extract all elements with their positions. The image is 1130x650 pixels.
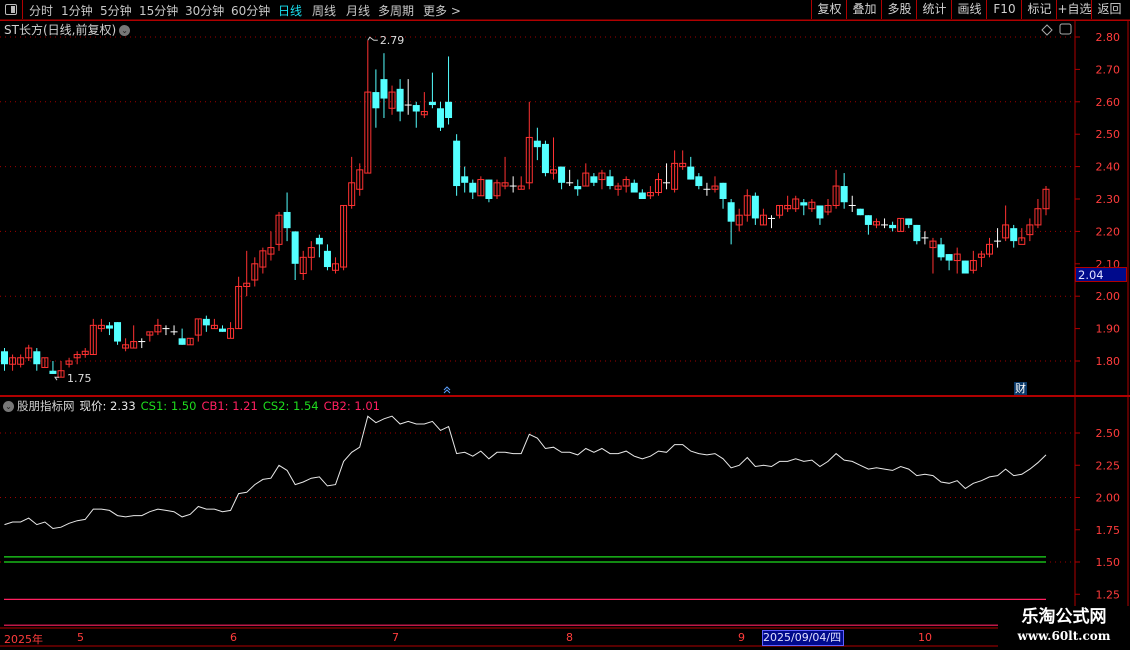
price-tick-label: 2.00: [1096, 290, 1121, 303]
candle-down: [469, 182, 477, 193]
candle-down: [1, 351, 8, 365]
candle-down: [33, 351, 41, 365]
candle-down: [436, 108, 444, 128]
candle-down: [638, 192, 646, 199]
candle-down: [905, 218, 913, 225]
candle-down: [541, 143, 549, 174]
candle-down: [937, 244, 945, 258]
cursor-price-label: 2.04: [1075, 267, 1127, 282]
candle-down: [913, 224, 921, 242]
candle-down: [751, 195, 759, 219]
candle-down: [372, 92, 380, 109]
chevron-down-icon[interactable]: ⌄: [3, 401, 14, 412]
watermark-name: 乐淘公式网: [1021, 607, 1107, 627]
time-label: 7: [392, 631, 399, 644]
candle-down: [961, 260, 969, 274]
candle-down: [590, 176, 598, 183]
price-tick-label: 2.40: [1096, 161, 1121, 174]
candle-down: [574, 186, 582, 190]
candle-down: [889, 224, 897, 229]
candle-down: [105, 325, 113, 329]
indicator-tick-label: 2.25: [1096, 459, 1121, 472]
price-tick-label: 1.80: [1096, 355, 1121, 368]
candle-down: [719, 182, 727, 199]
price-tick-label: 2.50: [1096, 128, 1121, 141]
candle-down: [428, 101, 436, 106]
high-label: 2.79: [380, 34, 405, 47]
indicator-name: 股朋指标网: [17, 399, 75, 413]
indicator-cb2: CB2: 1.01: [323, 399, 380, 413]
candle-down: [202, 318, 210, 326]
candle-down: [114, 322, 122, 342]
candle-down: [380, 79, 388, 99]
panel-icon: [1059, 23, 1072, 35]
low-label: 1.75: [67, 372, 92, 385]
price-tick-label: 2.80: [1096, 31, 1121, 44]
indicator-price: 现价: 2.33: [79, 399, 136, 413]
kline-chart[interactable]: 2.802.702.602.502.402.302.202.102.001.90…: [0, 0, 1130, 650]
candle-down: [840, 186, 848, 203]
time-label: 2025年: [4, 633, 43, 646]
candle-down: [412, 105, 420, 112]
time-label: 9: [738, 631, 745, 644]
candle-down: [453, 140, 461, 187]
double-up-arrow-icon: [443, 386, 451, 394]
candle-down: [856, 208, 864, 216]
indicator-tick-label: 1.50: [1096, 556, 1121, 569]
candle-down: [283, 211, 291, 229]
candle-down: [695, 176, 703, 187]
candle-down: [485, 179, 493, 199]
indicator-tick-label: 1.75: [1096, 524, 1121, 537]
price-tick-label: 2.70: [1096, 63, 1121, 76]
candle-down: [315, 237, 323, 245]
candle-down: [630, 182, 638, 193]
candle-down: [396, 88, 404, 112]
candle-down: [800, 202, 808, 206]
indicator-tick-label: 2.00: [1096, 492, 1121, 505]
candle-down: [727, 202, 735, 222]
candle-down: [323, 250, 331, 268]
candle-down: [558, 166, 566, 183]
candle-down: [687, 166, 695, 180]
candle-down: [864, 215, 872, 225]
price-tick-label: 2.20: [1096, 225, 1121, 238]
price-tick-label: 2.60: [1096, 96, 1121, 109]
candle-down: [945, 254, 953, 261]
candle-down: [218, 328, 226, 332]
indicator-cb1: CB1: 1.21: [201, 399, 258, 413]
candle-down: [178, 338, 186, 345]
indicator-tick-label: 2.50: [1096, 427, 1121, 440]
candle-down: [461, 176, 469, 183]
indicator-cs2: CS2: 1.54: [262, 399, 319, 413]
finance-badge[interactable]: 财: [1014, 382, 1027, 395]
indicator-header: ⌄ 股朋指标网 现价: 2.33 CS1: 1.50 CB1: 1.21 CS2: 1.5…: [3, 398, 385, 414]
candle-down: [606, 176, 614, 187]
time-label: 5: [77, 631, 84, 644]
time-label: 8: [566, 631, 573, 644]
indicator-cs1: CS1: 1.50: [140, 399, 197, 413]
candle-down: [1010, 228, 1018, 242]
candle-down: [445, 101, 453, 118]
price-tick-label: 1.90: [1096, 323, 1121, 336]
time-label: 10: [918, 631, 932, 644]
time-label: 6: [230, 631, 237, 644]
candle-down: [816, 205, 824, 219]
watermark: 乐淘公式网 www.60lt.com: [998, 606, 1130, 650]
watermark-url: www.60lt.com: [1017, 629, 1111, 643]
low-marker-arrow: [54, 376, 60, 381]
cursor-date-label: 2025/09/04/四: [762, 630, 844, 646]
diamond-icon: [1041, 24, 1053, 36]
high-marker-arrow: [367, 36, 378, 41]
candle-down: [49, 370, 57, 374]
price-tick-label: 2.30: [1096, 193, 1121, 206]
candle-down: [291, 231, 299, 264]
indicator-tick-label: 1.25: [1096, 588, 1121, 601]
candle-down: [533, 140, 541, 148]
